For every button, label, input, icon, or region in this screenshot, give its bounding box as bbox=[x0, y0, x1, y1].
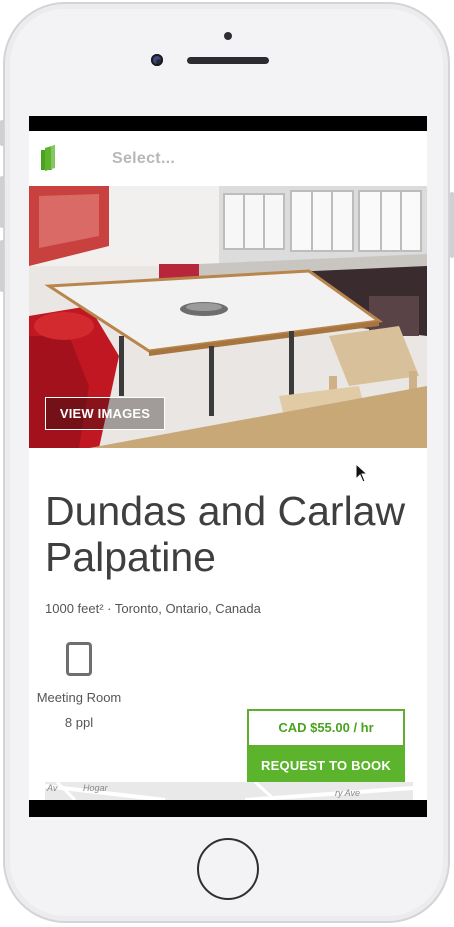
home-button[interactable] bbox=[197, 838, 259, 900]
price-box: CAD $55.00 / hr bbox=[247, 709, 405, 747]
request-to-book-button[interactable]: REQUEST TO BOOK bbox=[247, 747, 405, 785]
listing-hero-image[interactable]: VIEW IMAGES bbox=[29, 186, 427, 448]
earpiece-speaker bbox=[187, 57, 269, 64]
location-map[interactable]: Av Hogar ry Ave bbox=[45, 782, 413, 800]
status-bar bbox=[29, 116, 427, 131]
listing-title: Dundas and Carlaw Palpatine bbox=[45, 488, 406, 580]
meeting-room-icon bbox=[66, 642, 92, 676]
mouse-cursor-icon bbox=[355, 463, 369, 483]
door-logo-icon[interactable] bbox=[39, 144, 59, 172]
capacity-label: 8 ppl bbox=[64, 715, 94, 730]
bottom-black-bar bbox=[29, 800, 427, 817]
map-street-label-hogar: Hogar bbox=[83, 783, 108, 793]
map-street-label-edge: Av bbox=[47, 783, 58, 793]
map-street-label-ave: ry Ave bbox=[335, 788, 361, 798]
mute-switch bbox=[0, 120, 4, 146]
app-header: Select... bbox=[29, 131, 427, 186]
view-images-button[interactable]: VIEW IMAGES bbox=[45, 397, 165, 430]
volume-down-button bbox=[0, 240, 4, 292]
proximity-sensor bbox=[224, 32, 232, 40]
listing-meta: 1000 feet² · Toronto, Ontario, Canada bbox=[45, 601, 261, 616]
front-camera bbox=[151, 54, 163, 66]
volume-up-button bbox=[0, 176, 4, 228]
room-type-label: Meeting Room bbox=[36, 690, 122, 705]
space-select-dropdown[interactable]: Select... bbox=[112, 150, 175, 168]
power-button bbox=[450, 192, 454, 258]
